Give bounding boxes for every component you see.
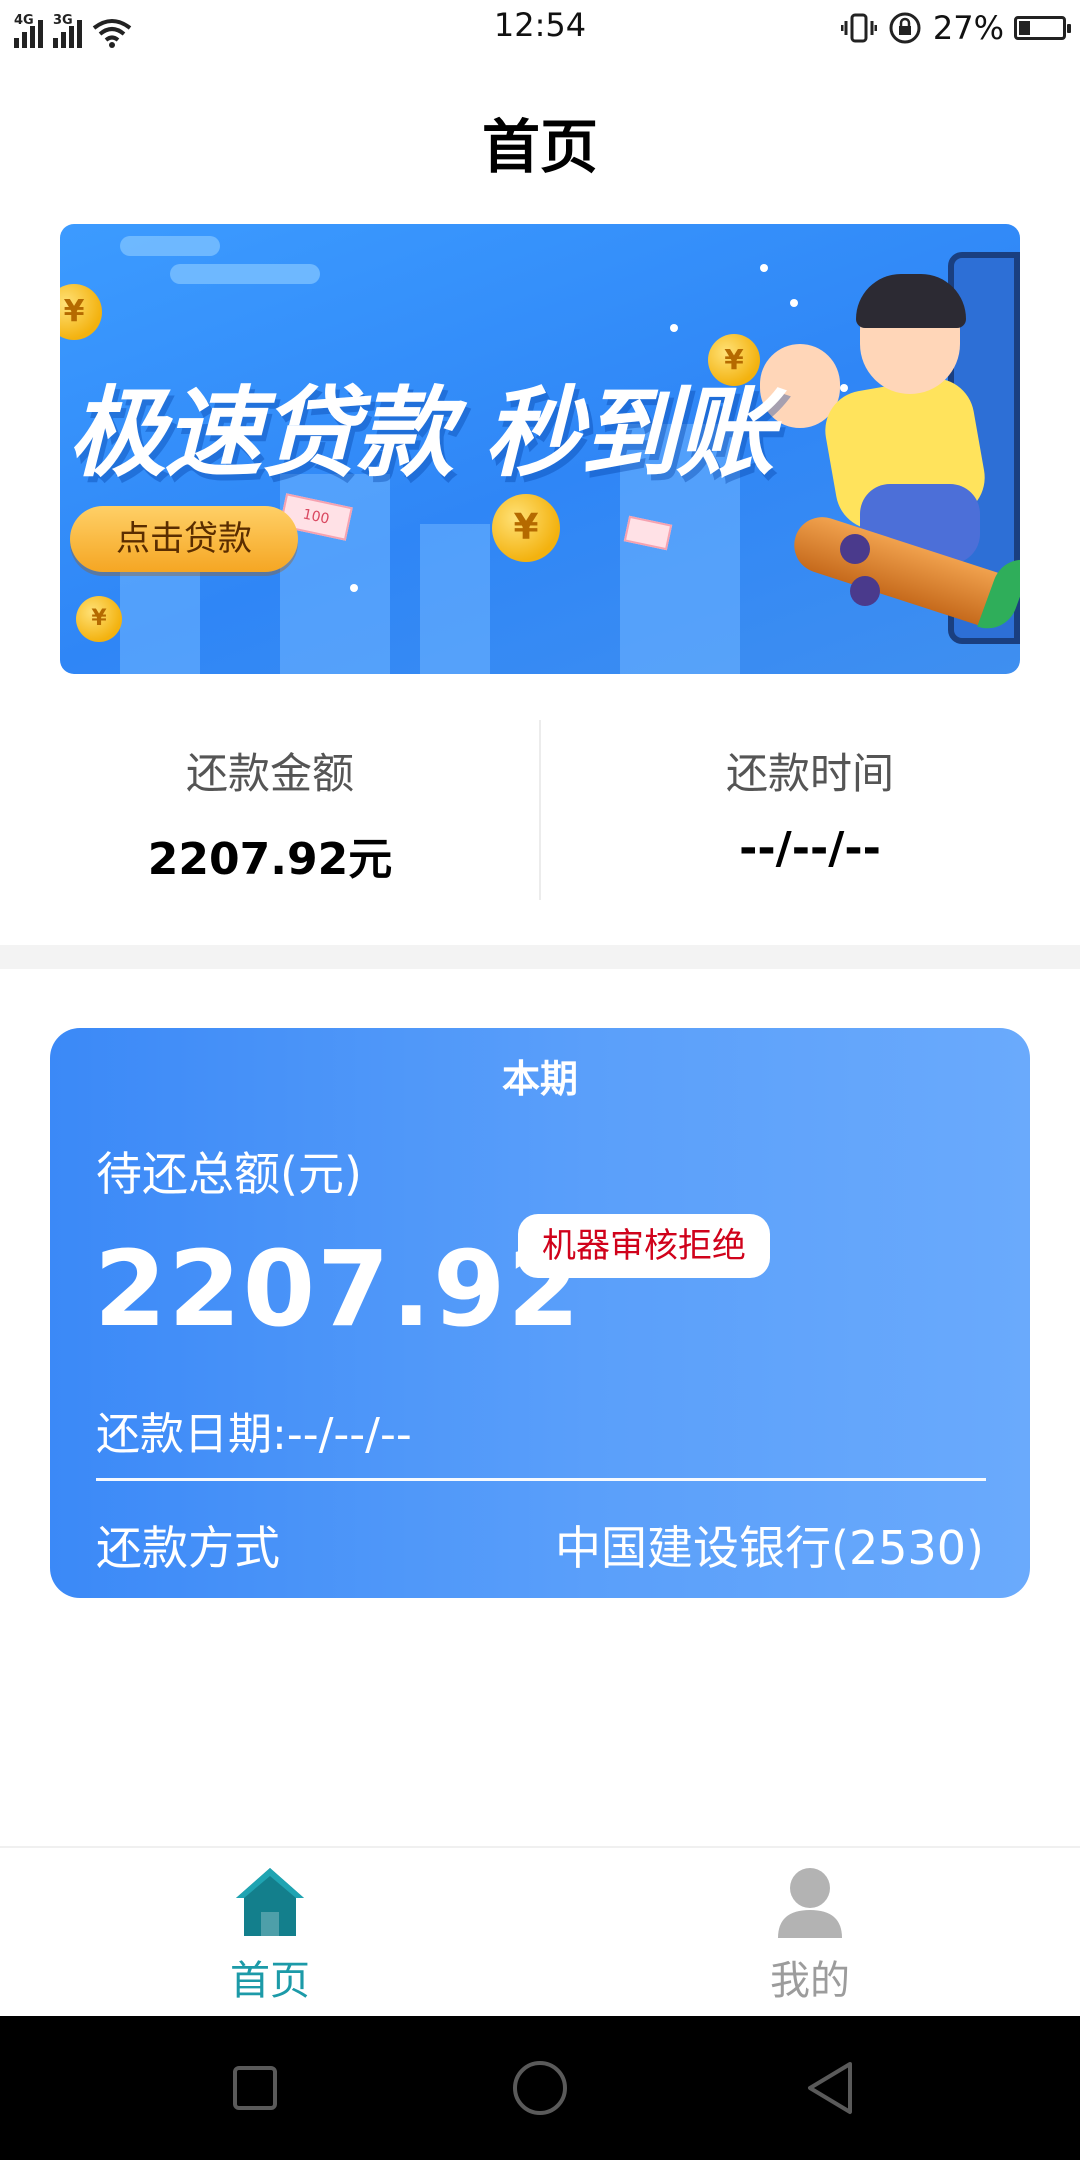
tab-home[interactable]: 首页 (0, 1848, 540, 2018)
status-icons: 27% (840, 6, 1071, 50)
section-separator (0, 945, 1080, 969)
coin-icon: ¥ (60, 284, 102, 340)
due-date: 还款日期:--/--/-- (96, 1409, 412, 1460)
page-title: 首页 (481, 113, 598, 181)
status-bar: 4G 3G 12:54 27% (0, 0, 1080, 56)
tab-mine-label: 我的 (770, 1958, 850, 2004)
recents-button-icon[interactable] (225, 2058, 285, 2118)
rotation-lock-icon (889, 12, 921, 44)
tab-mine[interactable]: 我的 (540, 1848, 1080, 2018)
home-icon (236, 1868, 304, 1936)
repayment-summary: 还款金额 2207.92元 还款时间 --/--/-- (0, 720, 1080, 900)
home-button-icon[interactable] (510, 2058, 570, 2118)
repayment-time-block: 还款时间 --/--/-- (540, 720, 1080, 874)
repayment-time-value: --/--/-- (739, 823, 881, 874)
current-period-card[interactable]: 本期 待还总额(元) 2207.92 机器审核拒绝 还款日期:--/--/-- … (50, 1028, 1030, 1598)
card-divider (96, 1478, 986, 1481)
banner-headline: 极速贷款 秒到账 (68, 377, 774, 491)
repayment-time-label: 还款时间 (725, 749, 894, 798)
vibrate-icon (840, 13, 877, 43)
system-nav-bar (0, 2016, 1080, 2160)
total-due-label: 待还总额(元) (96, 1147, 362, 1201)
repayment-method-label: 还款方式 (96, 1521, 280, 1575)
person-icon (778, 1868, 842, 1938)
repayment-method-value[interactable]: 中国建设银行(2530) (555, 1512, 984, 1578)
card-title: 本期 (501, 1057, 578, 1101)
repayment-amount-block: 还款金额 2207.92元 (0, 720, 540, 887)
coin-icon: ¥ (76, 596, 122, 642)
bottom-nav: 首页 我的 (0, 1846, 1080, 2018)
status-badge: 机器审核拒绝 (518, 1214, 770, 1278)
tab-home-label: 首页 (230, 1958, 310, 2004)
back-button-icon[interactable] (800, 2058, 860, 2118)
battery-percent: 27% (932, 9, 1004, 47)
battery-icon (1014, 16, 1071, 40)
promo-banner[interactable]: ¥ ¥ ¥ ¥ 100 极速贷款 秒到账 点击贷款 (60, 224, 1020, 674)
repayment-amount-value: 2207.92元 (147, 834, 393, 885)
total-due-amount: 2207.92 (94, 1228, 582, 1350)
apply-loan-button[interactable]: 点击贷款 (70, 506, 298, 572)
repayment-amount-label: 还款金额 (185, 749, 354, 798)
coin-icon: ¥ (492, 494, 560, 562)
